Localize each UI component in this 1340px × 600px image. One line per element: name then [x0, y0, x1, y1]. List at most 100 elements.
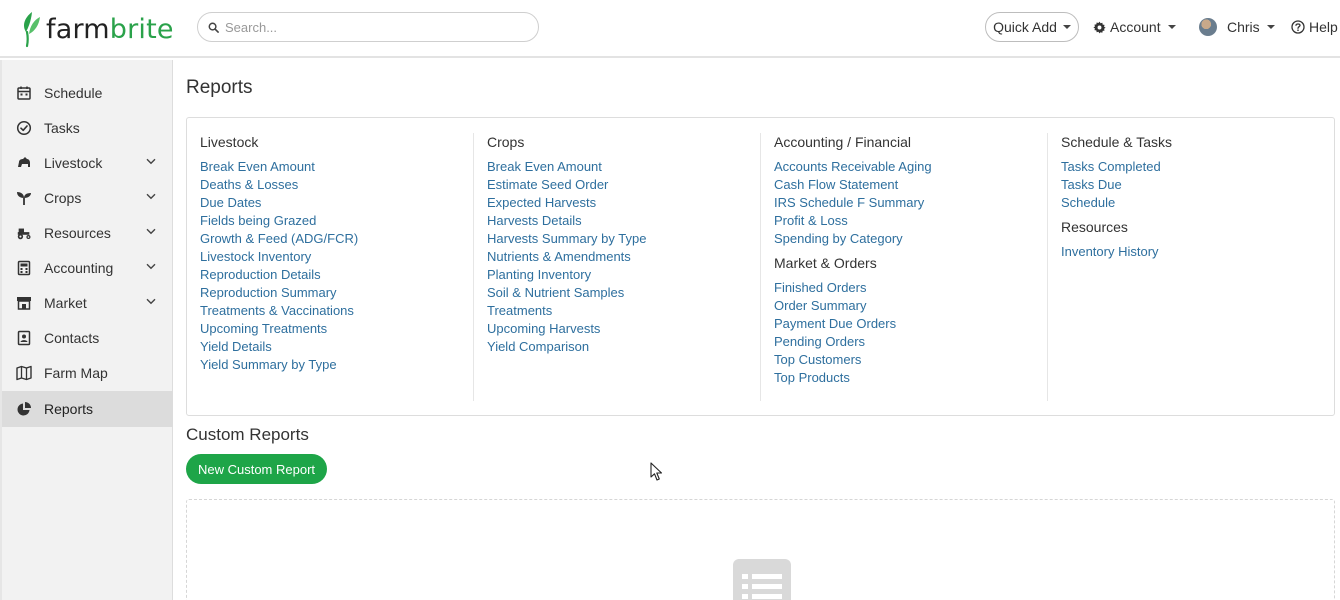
report-link[interactable]: Due Dates [200, 194, 472, 212]
report-link[interactable]: Break Even Amount [200, 158, 472, 176]
sidebar-item-crops[interactable]: Crops [2, 180, 173, 215]
report-link[interactable]: Fields being Grazed [200, 212, 472, 230]
map-icon [16, 365, 32, 381]
search-input[interactable] [225, 19, 515, 35]
section-heading: Crops [487, 134, 525, 150]
report-link[interactable]: Upcoming Harvests [487, 320, 745, 338]
report-link[interactable]: Planting Inventory [487, 266, 745, 284]
report-link[interactable]: Treatments [487, 302, 745, 320]
search-box[interactable] [197, 12, 539, 42]
report-link[interactable]: Reproduction Summary [200, 284, 472, 302]
contact-book-icon [17, 330, 31, 346]
chevron-down-icon [146, 228, 156, 235]
report-link[interactable]: Schedule [1061, 194, 1319, 212]
custom-reports-empty-state [186, 499, 1335, 600]
sidebar-item-livestock[interactable]: Livestock [2, 145, 173, 180]
report-link[interactable]: Accounts Receivable Aging [774, 158, 1032, 176]
custom-reports-title: Custom Reports [186, 425, 309, 444]
sidebar-item-label: Schedule [44, 85, 103, 101]
page-title: Reports [186, 77, 253, 98]
caret-down-icon [1266, 25, 1275, 29]
report-link[interactable]: Spending by Category [774, 230, 1032, 248]
report-link[interactable]: Cash Flow Statement [774, 176, 1032, 194]
report-link[interactable]: Yield Details [200, 338, 472, 356]
report-link[interactable]: Deaths & Losses [200, 176, 472, 194]
tractor-icon [17, 228, 31, 240]
report-link[interactable]: Estimate Seed Order [487, 176, 745, 194]
section-heading: Livestock [200, 134, 259, 150]
report-link[interactable]: Yield Comparison [487, 338, 745, 356]
sidebar-item-label: Resources [44, 225, 111, 241]
report-link[interactable]: Livestock Inventory [200, 248, 472, 266]
sidebar-item-resources[interactable]: Resources [2, 215, 173, 250]
reports-panel: Livestock Break Even Amount Deaths & Los… [186, 117, 1335, 416]
sidebar-item-schedule[interactable]: Schedule [2, 75, 173, 110]
report-link[interactable]: Payment Due Orders [774, 315, 1032, 333]
calendar-icon [17, 86, 31, 100]
help-label: Help [1309, 19, 1338, 35]
report-link[interactable]: Finished Orders [774, 279, 1032, 297]
section-heading: Schedule & Tasks [1061, 134, 1173, 150]
report-link[interactable]: Tasks Completed [1061, 158, 1319, 176]
new-custom-report-button[interactable]: New Custom Report [186, 454, 327, 484]
report-list-icon [733, 559, 791, 600]
sidebar-item-reports[interactable]: Reports [2, 391, 173, 427]
question-circle-icon [1291, 20, 1305, 34]
quick-add-label: Quick Add [993, 19, 1057, 35]
report-link[interactable]: Top Products [774, 369, 1032, 387]
report-link[interactable]: Harvests Summary by Type [487, 230, 745, 248]
report-link[interactable]: Treatments & Vaccinations [200, 302, 472, 320]
user-name: Chris [1227, 19, 1260, 35]
section-heading: Accounting / Financial [774, 134, 911, 150]
reports-column-livestock: Livestock Break Even Amount Deaths & Los… [200, 133, 472, 401]
report-link[interactable]: Top Customers [774, 351, 1032, 369]
report-link[interactable]: Profit & Loss [774, 212, 1032, 230]
sidebar-item-label: Reports [44, 401, 94, 417]
logo-wordmark: farmbrite [46, 13, 174, 45]
sidebar-item-label: Accounting [44, 260, 114, 276]
report-link[interactable]: Pending Orders [774, 333, 1032, 351]
sidebar-item-label: Farm Map [44, 365, 108, 381]
report-link[interactable]: Order Summary [774, 297, 1032, 315]
section-heading: Market & Orders [774, 255, 877, 271]
user-menu[interactable]: Chris [1199, 12, 1275, 42]
help-link[interactable]: Help [1291, 12, 1338, 42]
report-link[interactable]: Inventory History [1061, 243, 1319, 261]
report-link[interactable]: Harvests Details [487, 212, 745, 230]
report-link[interactable]: Reproduction Details [200, 266, 472, 284]
top-bar: farmbrite Quick Add Account Chris Help [0, 0, 1340, 58]
chevron-down-icon [146, 193, 156, 200]
report-link[interactable]: Break Even Amount [487, 158, 745, 176]
sidebar-item-tasks[interactable]: Tasks [2, 110, 173, 145]
sidebar-item-label: Crops [44, 190, 82, 206]
report-link[interactable]: Upcoming Treatments [200, 320, 472, 338]
section-heading: Resources [1061, 219, 1128, 235]
sidebar-item-label: Contacts [44, 330, 100, 346]
sidebar-item-farm-map[interactable]: Farm Map [2, 355, 173, 390]
check-circle-icon [16, 120, 32, 136]
sidebar-item-label: Livestock [44, 155, 103, 171]
report-link[interactable]: Expected Harvests [487, 194, 745, 212]
livestock-icon [18, 157, 30, 167]
chevron-down-icon [146, 158, 156, 165]
quick-add-button[interactable]: Quick Add [985, 12, 1079, 42]
sidebar-item-contacts[interactable]: Contacts [2, 320, 173, 355]
report-link[interactable]: Growth & Feed (ADG/FCR) [200, 230, 472, 248]
farmbrite-logo[interactable]: farmbrite [20, 10, 174, 48]
report-link[interactable]: Nutrients & Amendments [487, 248, 745, 266]
sidebar-item-label: Tasks [44, 120, 80, 136]
reports-column-accounting: Accounting / Financial Accounts Receivab… [760, 133, 1032, 401]
report-link[interactable]: Soil & Nutrient Samples [487, 284, 745, 302]
sidebar: Schedule Tasks Livestock Crops Resources… [0, 60, 173, 600]
account-label: Account [1110, 19, 1161, 35]
pie-chart-icon [17, 402, 31, 416]
report-link[interactable]: IRS Schedule F Summary [774, 194, 1032, 212]
sidebar-item-market[interactable]: Market [2, 285, 173, 320]
store-icon [17, 297, 31, 310]
report-link[interactable]: Tasks Due [1061, 176, 1319, 194]
calculator-icon [17, 260, 31, 276]
reports-column-schedule: Schedule & Tasks Tasks Completed Tasks D… [1047, 133, 1319, 401]
sidebar-item-accounting[interactable]: Accounting [2, 250, 173, 285]
account-menu[interactable]: Account [1093, 12, 1176, 42]
report-link[interactable]: Yield Summary by Type [200, 356, 472, 374]
